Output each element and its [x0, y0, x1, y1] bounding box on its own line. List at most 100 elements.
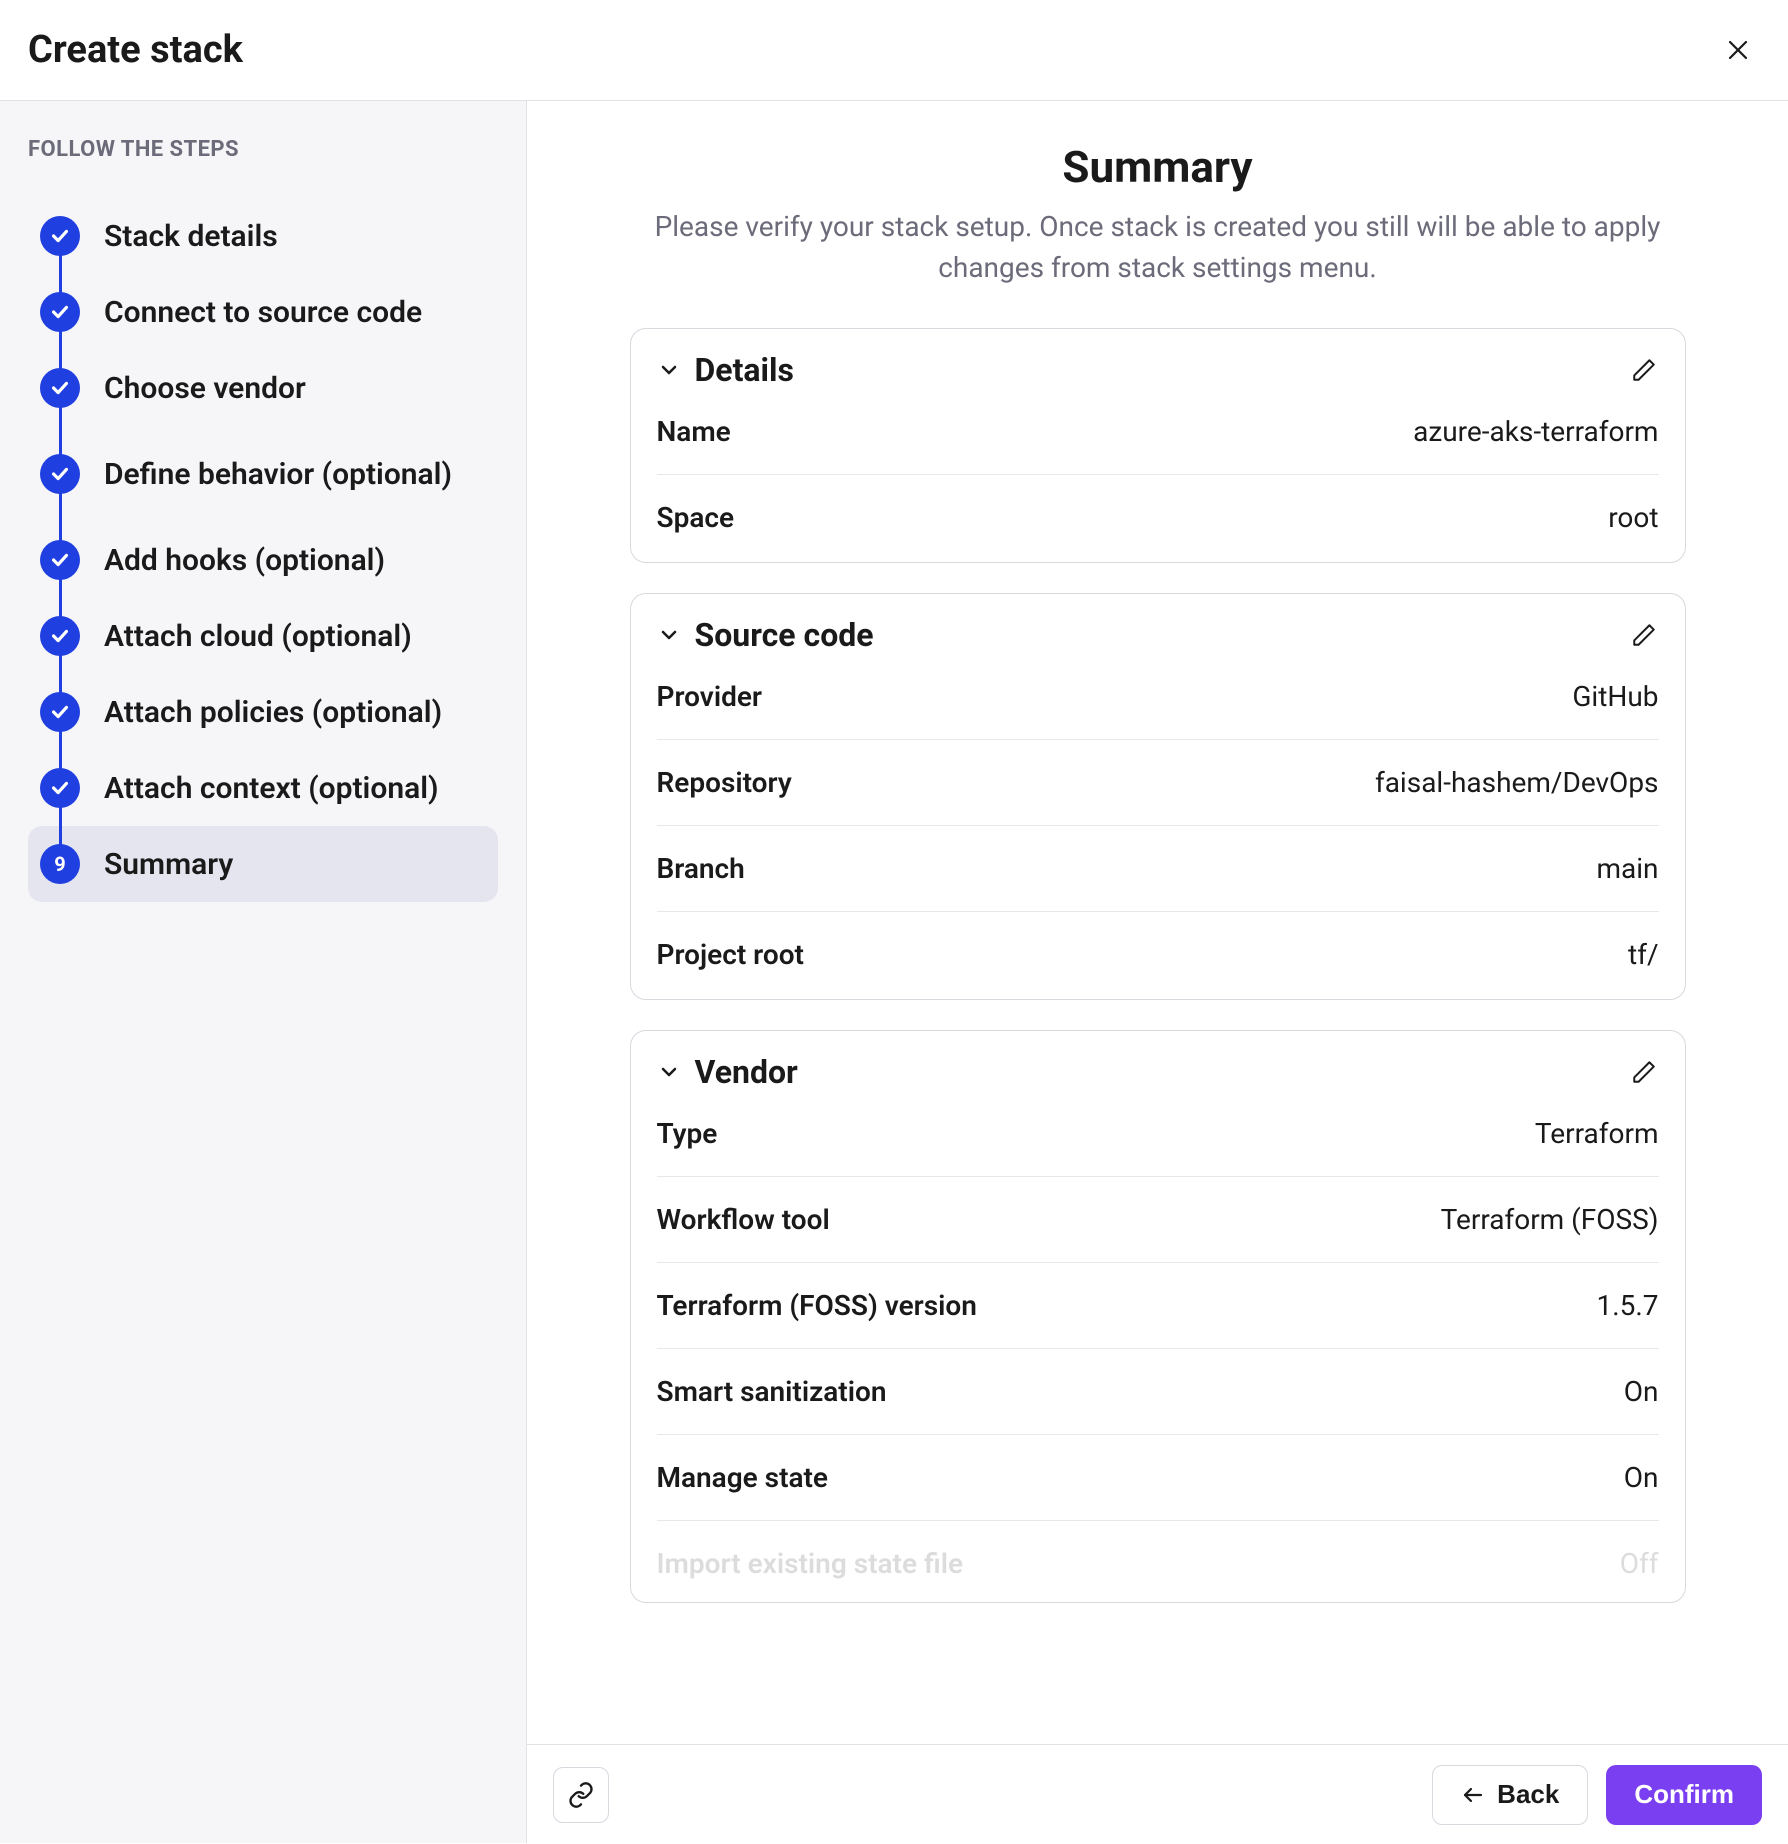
pencil-icon	[1631, 1059, 1657, 1085]
row-label: Type	[657, 1117, 718, 1150]
row-label: Provider	[657, 680, 763, 713]
row-label: Import existing state file	[657, 1547, 964, 1580]
back-button[interactable]: Back	[1432, 1765, 1588, 1825]
body: FOLLOW THE STEPS Stack details Connect t…	[0, 101, 1788, 1843]
step-label: Connect to source code	[104, 293, 422, 332]
main-panel: Summary Please verify your stack setup. …	[527, 101, 1788, 1843]
step-done-indicator	[40, 540, 80, 580]
step-label: Define behavior (optional)	[104, 455, 452, 494]
page-title: Create stack	[28, 28, 243, 72]
row-value: tf/	[1628, 938, 1658, 971]
confirm-label: Confirm	[1634, 1779, 1734, 1810]
row-value: Terraform (FOSS)	[1441, 1203, 1659, 1236]
edit-details-button[interactable]	[1629, 355, 1659, 385]
main-subtitle: Please verify your stack setup. Once sta…	[630, 207, 1686, 288]
step-label: Summary	[104, 845, 233, 884]
row-value: main	[1596, 852, 1658, 885]
step-stack-details[interactable]: Stack details	[28, 198, 498, 274]
vendor-row-sanitization: Smart sanitization On	[657, 1349, 1659, 1435]
check-icon	[49, 463, 71, 485]
row-label: Workflow tool	[657, 1203, 830, 1236]
row-label: Terraform (FOSS) version	[657, 1289, 977, 1322]
step-done-indicator	[40, 216, 80, 256]
edit-vendor-button[interactable]	[1629, 1057, 1659, 1087]
vendor-row-type: Type Terraform	[657, 1091, 1659, 1177]
step-attach-policies[interactable]: Attach policies (optional)	[28, 674, 498, 750]
check-icon	[49, 701, 71, 723]
vendor-row-import-partial: Import existing state file Off	[657, 1521, 1659, 1580]
card-vendor: Vendor Type Terraform Workflow tool Terr…	[630, 1030, 1686, 1603]
step-attach-context[interactable]: Attach context (optional)	[28, 750, 498, 826]
row-label: Branch	[657, 852, 745, 885]
card-collapse-toggle[interactable]: Source code	[657, 616, 874, 654]
step-label: Attach policies (optional)	[104, 693, 442, 732]
step-label: Choose vendor	[104, 369, 306, 408]
step-number: 9	[54, 852, 65, 876]
step-done-indicator	[40, 768, 80, 808]
pencil-icon	[1631, 622, 1657, 648]
step-define-behavior[interactable]: Define behavior (optional)	[28, 426, 498, 522]
source-row-branch: Branch main	[657, 826, 1659, 912]
step-choose-vendor[interactable]: Choose vendor	[28, 350, 498, 426]
row-label: Smart sanitization	[657, 1375, 887, 1408]
step-label: Attach cloud (optional)	[104, 617, 412, 656]
check-icon	[49, 549, 71, 571]
sidebar-heading: FOLLOW THE STEPS	[28, 137, 498, 162]
row-label: Space	[657, 501, 735, 534]
step-done-indicator	[40, 292, 80, 332]
step-label: Add hooks (optional)	[104, 541, 385, 580]
edit-source-button[interactable]	[1629, 620, 1659, 650]
card-details: Details Name azure-aks-terraform Space r…	[630, 328, 1686, 563]
row-value: faisal-hashem/DevOps	[1375, 766, 1659, 799]
source-row-repo: Repository faisal-hashem/DevOps	[657, 740, 1659, 826]
source-row-provider: Provider GitHub	[657, 654, 1659, 740]
step-add-hooks[interactable]: Add hooks (optional)	[28, 522, 498, 598]
pencil-icon	[1631, 357, 1657, 383]
sidebar: FOLLOW THE STEPS Stack details Connect t…	[0, 101, 527, 1843]
row-label: Manage state	[657, 1461, 829, 1494]
arrow-left-icon	[1461, 1783, 1485, 1807]
card-source-code: Source code Provider GitHub Repository f…	[630, 593, 1686, 1000]
row-value: GitHub	[1572, 680, 1658, 713]
card-title: Source code	[695, 616, 874, 654]
step-summary[interactable]: 9 Summary	[28, 826, 498, 902]
card-collapse-toggle[interactable]: Vendor	[657, 1053, 798, 1091]
source-row-root: Project root tf/	[657, 912, 1659, 977]
step-connect-source[interactable]: Connect to source code	[28, 274, 498, 350]
check-icon	[49, 625, 71, 647]
card-collapse-toggle[interactable]: Details	[657, 351, 794, 389]
step-current-indicator: 9	[40, 844, 80, 884]
row-value: azure-aks-terraform	[1413, 415, 1658, 448]
row-value: Terraform	[1535, 1117, 1659, 1150]
row-label: Project root	[657, 938, 804, 971]
card-title: Details	[695, 351, 794, 389]
row-label: Repository	[657, 766, 792, 799]
check-icon	[49, 301, 71, 323]
row-label: Name	[657, 415, 731, 448]
row-value: 1.5.7	[1597, 1289, 1659, 1322]
chevron-down-icon	[657, 1060, 681, 1084]
step-done-indicator	[40, 454, 80, 494]
detail-row-space: Space root	[657, 475, 1659, 540]
check-icon	[49, 377, 71, 399]
page-header: Create stack	[0, 0, 1788, 101]
row-value: root	[1608, 501, 1658, 534]
detail-row-name: Name azure-aks-terraform	[657, 389, 1659, 475]
chevron-down-icon	[657, 623, 681, 647]
confirm-button[interactable]: Confirm	[1606, 1765, 1762, 1825]
row-value: On	[1624, 1461, 1659, 1494]
close-button[interactable]	[1724, 36, 1752, 64]
step-label: Stack details	[104, 217, 278, 256]
vendor-row-state: Manage state On	[657, 1435, 1659, 1521]
vendor-row-version: Terraform (FOSS) version 1.5.7	[657, 1263, 1659, 1349]
row-value: On	[1624, 1375, 1659, 1408]
main-title: Summary	[630, 141, 1686, 193]
card-title: Vendor	[695, 1053, 798, 1091]
check-icon	[49, 225, 71, 247]
step-attach-cloud[interactable]: Attach cloud (optional)	[28, 598, 498, 674]
share-link-button[interactable]	[553, 1767, 609, 1823]
step-done-indicator	[40, 692, 80, 732]
back-label: Back	[1497, 1779, 1559, 1810]
footer: Back Confirm	[527, 1744, 1788, 1844]
step-done-indicator	[40, 368, 80, 408]
